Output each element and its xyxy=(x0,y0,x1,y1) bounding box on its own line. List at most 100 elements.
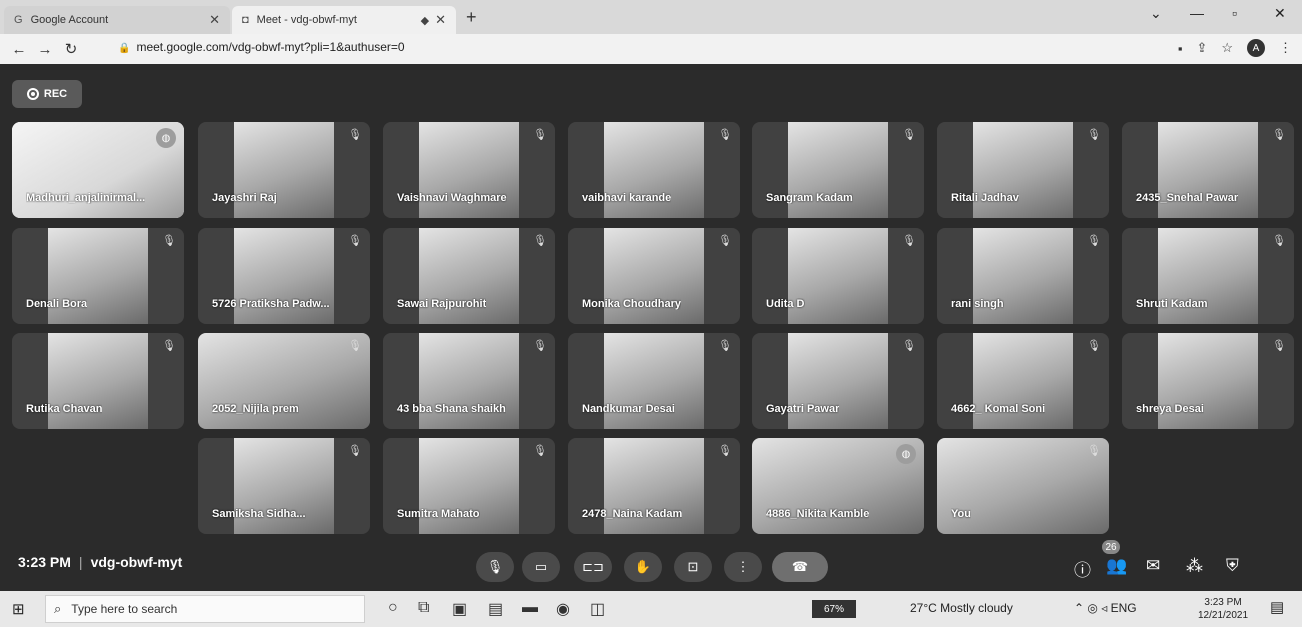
share-icon[interactable]: ⇪ xyxy=(1196,40,1207,56)
lock-icon: 🔒 xyxy=(118,43,131,54)
leave-call-button[interactable]: ☎ xyxy=(772,552,828,582)
cortana-icon[interactable]: ○ xyxy=(388,599,398,617)
taskbar-clock[interactable]: 3:23 PM 12/21/2021 xyxy=(1198,596,1248,622)
weather-widget[interactable]: 27°C Mostly cloudy xyxy=(910,601,1013,615)
present-screen-button[interactable]: ⊡ xyxy=(674,552,712,582)
present-icon: ⊡ xyxy=(687,559,699,574)
network-icon[interactable]: ◎ xyxy=(1087,601,1097,615)
divider: | xyxy=(78,554,83,570)
camera-in-use-icon[interactable]: ▪ xyxy=(1178,41,1183,56)
notification-icon[interactable]: ▤ xyxy=(1270,598,1284,616)
reload-icon[interactable]: ↻ xyxy=(58,40,84,58)
raise-hand-button[interactable]: ✋ xyxy=(624,552,662,582)
captions-icon: ⊏⊐ xyxy=(582,559,604,574)
tab-search-icon[interactable]: ⌄ xyxy=(1150,5,1162,22)
participant-tile[interactable]: 🎙 Monika Choudhary xyxy=(568,228,740,324)
back-arrow-icon[interactable]: ← xyxy=(6,41,32,58)
mic-muted-icon: 🎙 xyxy=(533,340,547,352)
tab-google-account[interactable]: G Google Account ✕ xyxy=(4,6,230,34)
mic-muted-icon: 🎙 xyxy=(1087,235,1101,247)
search-placeholder: Type here to search xyxy=(71,602,178,616)
participant-tile[interactable]: 🎙 rani singh xyxy=(937,228,1109,324)
file-explorer-icon[interactable]: ▬ xyxy=(522,599,538,617)
participant-name: shreya Desai xyxy=(1136,403,1204,415)
taskbar-search-box[interactable]: ⌕ Type here to search xyxy=(45,595,365,623)
participant-tile[interactable]: ◍ Madhuri_anjalinirmal... xyxy=(12,122,184,218)
more-options-button[interactable]: ⋮ xyxy=(724,552,762,582)
meet-favicon-icon: ◘ xyxy=(242,14,249,26)
profile-avatar[interactable]: A xyxy=(1247,39,1265,57)
camera-toggle-button[interactable]: ▭ xyxy=(522,552,560,582)
url-field[interactable]: 🔒 meet.google.com/vdg-obwf-myt?pli=1&auth… xyxy=(118,40,405,54)
rec-label: REC xyxy=(43,88,68,100)
close-tab-icon[interactable]: ✕ xyxy=(209,12,220,28)
chat-button[interactable]: ✉ xyxy=(1146,556,1160,576)
participant-tile[interactable]: 🎙 2478_Naina Kadam xyxy=(568,438,740,534)
participant-tile[interactable]: 🎙 Gayatri Pawar xyxy=(752,333,924,429)
new-tab-button[interactable]: + xyxy=(466,7,477,28)
show-everyone-button[interactable]: 👥 xyxy=(1106,556,1127,576)
mail-icon[interactable]: ◫ xyxy=(590,599,605,619)
participant-tile[interactable]: 🎙 Ritali Jadhav xyxy=(937,122,1109,218)
host-controls-button[interactable]: ⛨ xyxy=(1226,556,1239,576)
search-icon: ⌕ xyxy=(54,601,62,616)
record-icon xyxy=(26,88,39,100)
mic-muted-icon: 🎙 xyxy=(902,340,916,352)
forward-arrow-icon[interactable]: → xyxy=(32,41,58,58)
tab-meet[interactable]: ◘ Meet - vdg-obwf-myt ◆ ✕ xyxy=(232,6,456,34)
participant-tile[interactable]: 🎙 shreya Desai xyxy=(1122,333,1294,429)
audio-playing-icon[interactable]: ◆ xyxy=(421,14,429,27)
system-tray[interactable]: ⌃ ◎ ◃ ENG xyxy=(1074,601,1137,615)
participant-tile[interactable]: 🎙 Sangram Kadam xyxy=(752,122,924,218)
participant-tile[interactable]: 🎙 Udita D xyxy=(752,228,924,324)
chevron-up-icon[interactable]: ⌃ xyxy=(1074,601,1084,615)
battery-indicator[interactable]: 67% xyxy=(812,600,856,618)
participant-tile[interactable]: 🎙 5726 Pratiksha Padw... xyxy=(198,228,370,324)
maximize-button[interactable]: ▫ xyxy=(1232,5,1237,21)
participant-name: rani singh xyxy=(951,298,1004,310)
participant-tile[interactable]: 🎙 Denali Bora xyxy=(12,228,184,324)
close-window-button[interactable]: ✕ xyxy=(1274,5,1286,22)
participant-tile[interactable]: 🎙 Jayashri Raj xyxy=(198,122,370,218)
participant-name: 2435_Snehal Pawar xyxy=(1136,192,1239,204)
clock-date: 12/21/2021 xyxy=(1198,610,1249,621)
participant-tile[interactable]: 🎙 Nandkumar Desai xyxy=(568,333,740,429)
participant-tile[interactable]: 🎙 Sawai Rajpurohit xyxy=(383,228,555,324)
participant-tile[interactable]: 🎙 You xyxy=(937,438,1109,534)
bookmark-star-icon[interactable]: ☆ xyxy=(1221,40,1233,56)
participant-name: Sumitra Mahato xyxy=(397,508,480,520)
mic-muted-icon: 🎙 xyxy=(1087,445,1101,457)
menu-kebab-icon[interactable]: ⋮ xyxy=(1279,40,1292,56)
participant-tile[interactable]: 🎙 4662_ Komal Soni xyxy=(937,333,1109,429)
mic-toggle-button[interactable]: 🎙 xyxy=(476,552,514,582)
mic-muted-icon: 🎙 xyxy=(348,340,362,352)
task-view-icon[interactable]: ⧉ xyxy=(418,599,429,617)
participant-tile[interactable]: 🎙 43 bba Shana shaikh xyxy=(383,333,555,429)
participant-tile[interactable]: 🎙 Vaishnavi Waghmare xyxy=(383,122,555,218)
activities-button[interactable]: ⁂ xyxy=(1186,556,1203,576)
participant-tile[interactable]: 🎙 Sumitra Mahato xyxy=(383,438,555,534)
participant-tile[interactable]: 🎙 vaibhavi karande xyxy=(568,122,740,218)
chrome-icon[interactable]: ◉ xyxy=(556,599,570,619)
volume-icon[interactable]: ◃ xyxy=(1101,601,1107,615)
participant-tile[interactable]: 🎙 Samiksha Sidha... xyxy=(198,438,370,534)
app-l-icon[interactable]: ▤ xyxy=(488,599,503,619)
store-icon[interactable]: ▣ xyxy=(452,599,467,619)
language-indicator[interactable]: ENG xyxy=(1111,601,1137,615)
participant-tile[interactable]: ◍ 4886_Nikita Kamble xyxy=(752,438,924,534)
more-vert-icon: ⋮ xyxy=(736,559,750,574)
captions-button[interactable]: ⊏⊐ xyxy=(574,552,612,582)
speaking-indicator-icon: ◍ xyxy=(156,128,176,148)
camera-icon: ▭ xyxy=(534,559,548,574)
participant-name: Nandkumar Desai xyxy=(582,403,675,415)
participant-tile[interactable]: 🎙 2052_Nijila prem xyxy=(198,333,370,429)
minimize-button[interactable]: — xyxy=(1190,5,1204,21)
participant-name: Gayatri Pawar xyxy=(766,403,840,415)
participant-tile[interactable]: 🎙 Shruti Kadam xyxy=(1122,228,1294,324)
close-tab-icon[interactable]: ✕ xyxy=(435,12,446,28)
participant-tile[interactable]: 🎙 2435_Snehal Pawar xyxy=(1122,122,1294,218)
participant-tile[interactable]: 🎙 Rutika Chavan xyxy=(12,333,184,429)
windows-start-icon[interactable]: ⊞ xyxy=(12,600,25,618)
meeting-details-button[interactable]: ⓘ xyxy=(1074,556,1091,581)
participant-name: Udita D xyxy=(766,298,805,310)
